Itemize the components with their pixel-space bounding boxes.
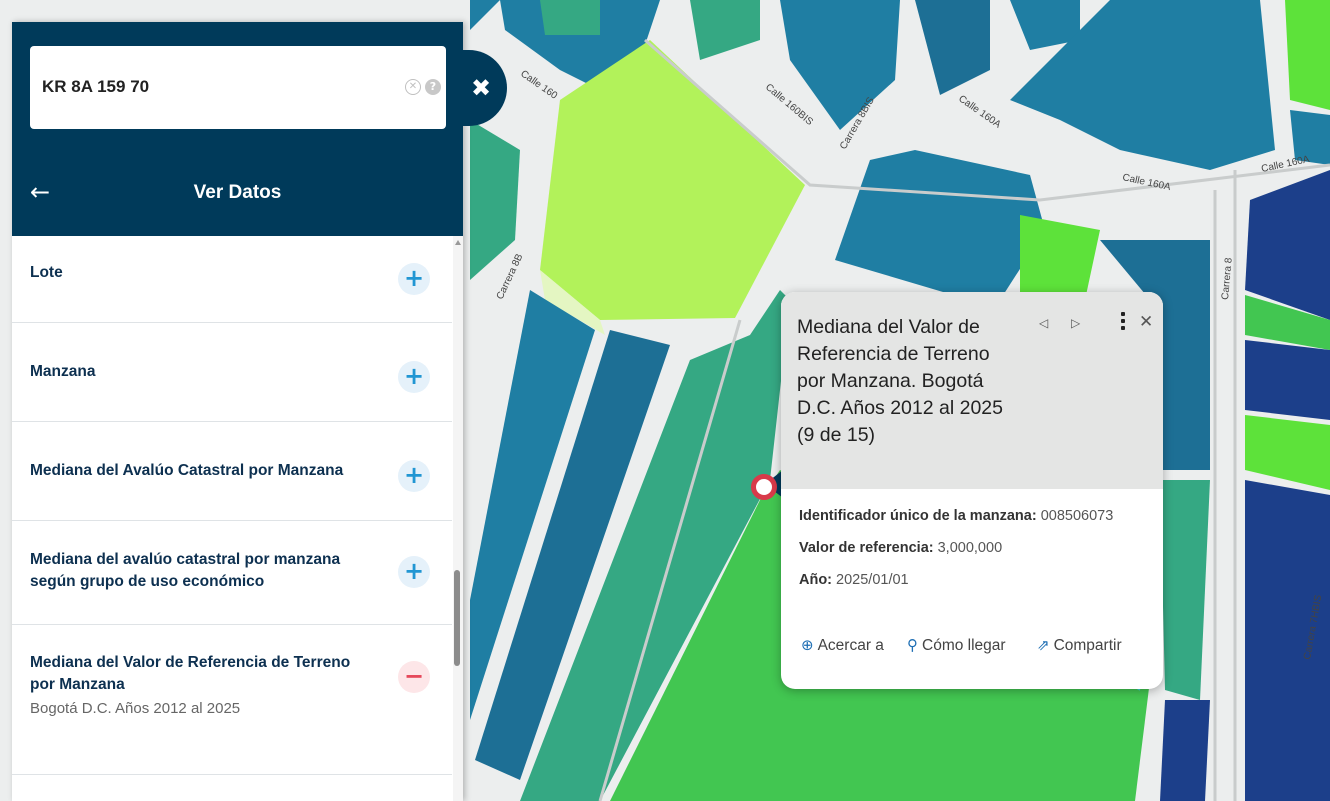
popup-title: Mediana del Valor de Referencia de Terre… bbox=[797, 316, 1003, 446]
layer-item-mediana-valor-referencia[interactable]: Mediana del Valor de Referencia de Terre… bbox=[12, 625, 452, 775]
map-block bbox=[1245, 340, 1330, 420]
map-block bbox=[1285, 0, 1330, 110]
layer-item-lote[interactable]: Lote + bbox=[12, 236, 452, 323]
map-block bbox=[1245, 480, 1330, 801]
attribute-label: Identificador único de la manzana: bbox=[799, 508, 1037, 524]
zoom-to-button[interactable]: ⊕ Acercar a bbox=[801, 636, 884, 655]
directions-pin-icon: ⚲ bbox=[907, 636, 918, 654]
expand-plus-button[interactable]: + bbox=[398, 263, 430, 295]
attribute-value: 3,000,000 bbox=[933, 540, 1003, 556]
close-x-icon: ✖ bbox=[471, 74, 492, 102]
layer-item-mediana-uso-economico[interactable]: Mediana del avalúo catastral por manzana… bbox=[12, 521, 452, 625]
zoom-in-icon: ⊕ bbox=[801, 636, 814, 654]
expand-plus-button[interactable]: + bbox=[398, 361, 430, 393]
collapse-minus-button[interactable]: − bbox=[398, 661, 430, 693]
attribute-value: 2025/01/01 bbox=[832, 572, 909, 588]
layer-title: Mediana del avalúo catastral por manzana… bbox=[30, 551, 341, 590]
side-panel: ✕ ? ← Ver Datos Lote + Manzana + Mediana… bbox=[12, 22, 463, 801]
share-icon: ⇗ bbox=[1037, 636, 1050, 654]
map-block bbox=[1160, 700, 1210, 801]
panel-title: Ver Datos bbox=[193, 182, 282, 203]
expand-plus-button[interactable]: + bbox=[398, 556, 430, 588]
map-block bbox=[540, 0, 600, 35]
attribute-value: 008506073 bbox=[1036, 508, 1114, 524]
layer-item-manzana[interactable]: Manzana + bbox=[12, 323, 452, 422]
search-box[interactable]: ✕ ? bbox=[30, 46, 446, 129]
directions-button[interactable]: ⚲ Cómo llegar bbox=[907, 636, 1006, 655]
action-label: Compartir bbox=[1053, 637, 1122, 654]
scroll-up-arrow-icon[interactable] bbox=[455, 240, 461, 245]
feature-popup: Mediana del Valor de Referencia de Terre… bbox=[781, 292, 1163, 689]
attribute-row: Identificador único de la manzana: 00850… bbox=[799, 508, 1113, 524]
close-icon[interactable]: ✕ bbox=[1139, 312, 1153, 332]
scrollbar-thumb[interactable] bbox=[454, 570, 460, 666]
next-feature-icon[interactable]: ▷ bbox=[1071, 316, 1080, 330]
action-label: Acercar a bbox=[817, 637, 884, 654]
clear-circle-icon[interactable]: ✕ bbox=[405, 79, 421, 95]
expand-plus-button[interactable]: + bbox=[398, 460, 430, 492]
attribute-label: Valor de referencia: bbox=[799, 540, 934, 556]
layer-title: Mediana del Valor de Referencia de Terre… bbox=[30, 654, 351, 693]
map-pin-icon bbox=[751, 474, 777, 500]
share-button[interactable]: ⇗ Compartir bbox=[1037, 636, 1122, 655]
layer-title: Mediana del Avalúo Catastral por Manzana bbox=[30, 462, 344, 479]
scrollbar-track[interactable] bbox=[453, 236, 463, 801]
layer-title: Lote bbox=[30, 264, 63, 281]
layer-subtitle: Bogotá D.C. Años 2012 al 2025 bbox=[30, 700, 241, 717]
attribute-label: Año: bbox=[799, 572, 833, 588]
more-options-icon[interactable] bbox=[1121, 312, 1127, 333]
attribute-row: Año: 2025/01/01 bbox=[799, 572, 909, 588]
popup-header: Mediana del Valor de Referencia de Terre… bbox=[781, 292, 1163, 489]
layer-item-mediana-avaluo[interactable]: Mediana del Avalúo Catastral por Manzana… bbox=[12, 422, 452, 521]
previous-feature-icon[interactable]: ◁ bbox=[1039, 316, 1048, 330]
action-label: Cómo llegar bbox=[922, 637, 1006, 654]
panel-header: ✕ ? ← Ver Datos bbox=[12, 22, 463, 236]
search-input[interactable] bbox=[42, 74, 382, 100]
attribute-row: Valor de referencia: 3,000,000 bbox=[799, 540, 1002, 556]
layer-title: Manzana bbox=[30, 363, 96, 380]
help-circle-icon[interactable]: ? bbox=[425, 79, 441, 95]
